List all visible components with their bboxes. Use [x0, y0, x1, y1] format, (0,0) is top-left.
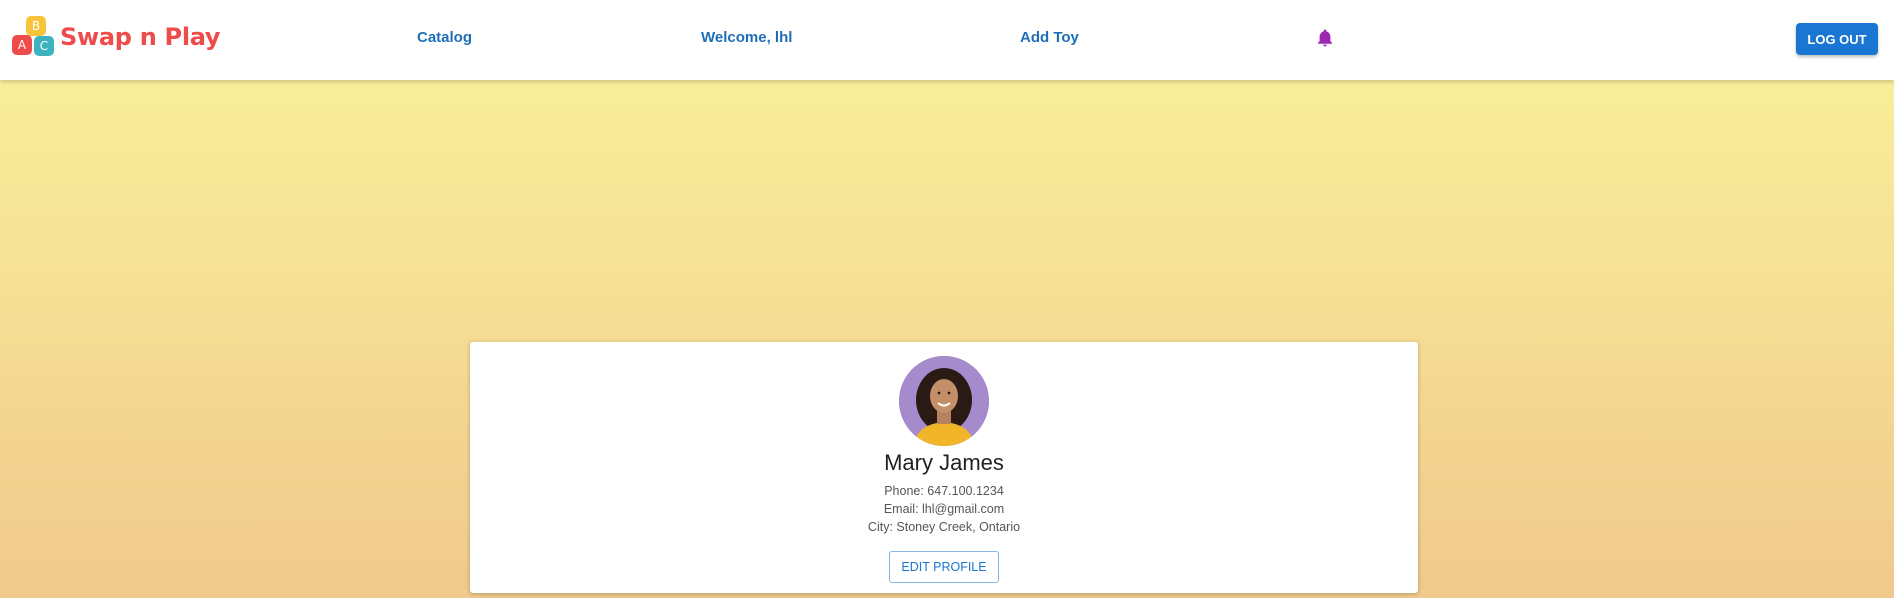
nav-add-toy-link[interactable]: Add Toy [1020, 29, 1079, 46]
top-navbar: B A C Swap n Play Catalog Welcome, lhl A… [0, 0, 1894, 80]
block-b: B [26, 16, 46, 36]
app-logo[interactable]: B A C Swap n Play [12, 16, 221, 58]
profile-email: Email: lhl@gmail.com [883, 502, 1005, 516]
profile-city: City: Stoney Creek, Ontario [867, 520, 1021, 534]
app-name: Swap n Play [60, 23, 221, 51]
profile-avatar [899, 356, 989, 446]
logout-button[interactable]: LOG OUT [1796, 23, 1878, 55]
nav-welcome-link[interactable]: Welcome, lhl [701, 29, 792, 46]
block-c: C [34, 36, 54, 56]
nav-catalog-link[interactable]: Catalog [417, 29, 472, 46]
abc-blocks-icon: B A C [12, 16, 58, 58]
profile-name: Mary James [884, 450, 1004, 475]
block-a: A [12, 35, 32, 55]
profile-card: Mary James Phone: 647.100.1234 Email: lh… [470, 342, 1418, 593]
edit-profile-button[interactable]: EDIT PROFILE [889, 551, 999, 583]
profile-phone: Phone: 647.100.1234 [884, 484, 1004, 498]
bell-icon[interactable] [1316, 28, 1334, 48]
